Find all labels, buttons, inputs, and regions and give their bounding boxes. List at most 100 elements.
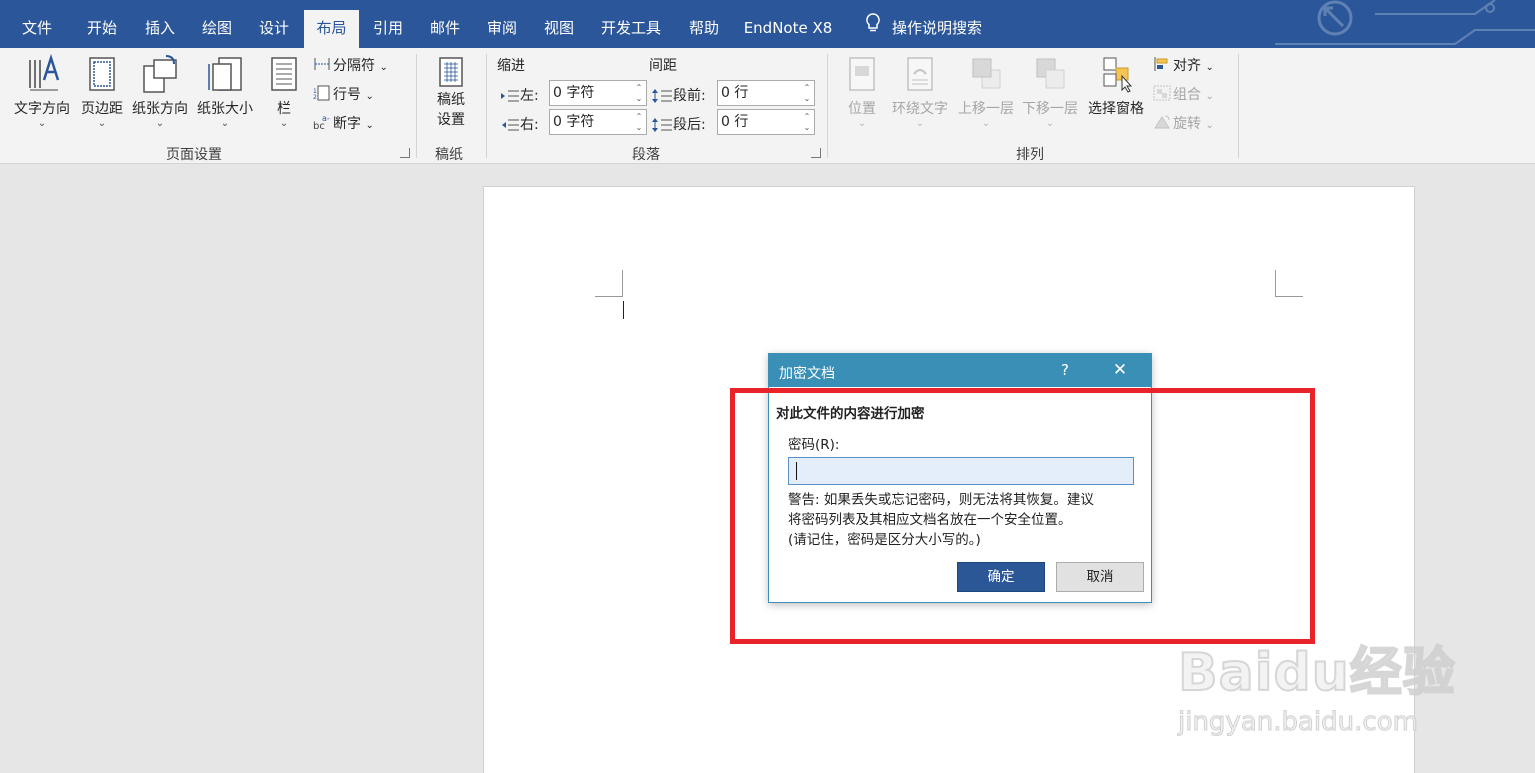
rotate-button[interactable]: 旋转 ⌄	[1153, 113, 1214, 134]
chevron-down-icon: ⌄	[915, 118, 925, 129]
margins-button[interactable]: 页边距 ⌄	[76, 54, 128, 129]
help-icon[interactable]: ?	[1057, 361, 1073, 379]
margins-icon	[89, 57, 115, 91]
tab-design[interactable]: 设计	[250, 10, 298, 48]
send-backward-button[interactable]: 下移一层 ⌄	[1018, 54, 1082, 129]
breaks-button[interactable]: 分隔符 ⌄	[313, 55, 388, 76]
orientation-label: 纸张方向	[132, 101, 188, 117]
selection-pane-button[interactable]: 选择窗格	[1084, 54, 1148, 118]
dialog-title: 加密文档	[779, 366, 835, 382]
group-separator	[827, 54, 828, 158]
chevron-down-icon: ⌄	[220, 118, 230, 129]
ribbon-layout: 文字方向 ⌄ 页边距 ⌄ 纸张方向 ⌄ 纸张大小 ⌄ 栏 ⌄ 分隔符 ⌄ 1 2…	[0, 48, 1535, 164]
line-numbers-icon: 12	[313, 85, 333, 105]
indent-right-input[interactable]: 0 字符 ⌃ ⌄	[549, 109, 647, 135]
spin-arrows-icon[interactable]: ⌃ ⌄	[634, 111, 644, 133]
text-direction-button[interactable]: 文字方向 ⌄	[10, 54, 74, 129]
spin-arrows-icon[interactable]: ⌃ ⌄	[802, 82, 812, 104]
position-icon	[849, 57, 875, 91]
group-objects-button[interactable]: 组合 ⌄	[1153, 84, 1214, 105]
size-label: 纸张大小	[197, 101, 253, 117]
chevron-down-icon: ⌄	[279, 118, 289, 129]
svg-text:a-: a-	[322, 114, 330, 123]
group-label-page-setup: 页面设置	[166, 147, 222, 163]
draft-paper-label-line2: 设置	[437, 112, 465, 128]
indent-heading: 缩进	[497, 58, 525, 74]
align-button[interactable]: 对齐 ⌄	[1153, 55, 1214, 76]
orientation-button[interactable]: 纸张方向 ⌄	[128, 54, 192, 129]
margin-corner-top-right	[1275, 270, 1303, 297]
columns-icon	[271, 57, 297, 91]
draft-paper-label-line1: 稿纸	[437, 92, 465, 108]
group-label-arrange: 排列	[1016, 147, 1044, 163]
watermark-logo: Baidu经验	[1177, 642, 1456, 704]
tab-layout[interactable]: 布局	[304, 10, 359, 48]
chevron-down-icon: ⌄	[981, 118, 991, 129]
align-icon	[1153, 56, 1173, 76]
spacing-after-input[interactable]: 0 行 ⌃ ⌄	[717, 109, 815, 135]
ribbon-tab-bar: 文件 开始 插入 绘图 设计 布局 引用 邮件 审阅 视图 开发工具 帮助 En…	[0, 0, 1535, 48]
bring-forward-icon	[972, 58, 1001, 89]
orientation-icon	[143, 55, 177, 93]
tab-mailings[interactable]: 邮件	[421, 10, 469, 48]
wrap-text-icon	[907, 57, 933, 91]
breaks-icon	[313, 56, 333, 76]
columns-button[interactable]: 栏 ⌄	[264, 54, 304, 129]
hyphenation-button[interactable]: bc a- 断字 ⌄	[313, 113, 374, 134]
hyphenation-label: 断字	[333, 116, 361, 132]
spacing-after-label: 段后:	[651, 114, 706, 134]
draft-paper-settings-button[interactable]: 稿纸 设置	[428, 54, 474, 130]
svg-text:2: 2	[313, 94, 317, 101]
tab-home[interactable]: 开始	[78, 10, 126, 48]
spacing-before-icon	[652, 89, 672, 103]
tab-endnote[interactable]: EndNote X8	[738, 10, 838, 48]
spacing-before-input[interactable]: 0 行 ⌃ ⌄	[717, 80, 815, 106]
line-numbers-button[interactable]: 1 2 行号 ⌄	[313, 84, 374, 105]
tell-me-search[interactable]: 操作说明搜索	[862, 10, 982, 48]
baidu-watermark: Baidu经验 jingyan.baidu.com	[1177, 630, 1456, 738]
text-cursor	[623, 301, 624, 319]
group-label-paragraph: 段落	[632, 147, 660, 163]
watermark-url: jingyan.baidu.com	[1178, 707, 1419, 738]
dialog-title-bar[interactable]: 加密文档 ? ✕	[769, 354, 1151, 387]
margin-corner-top-left	[595, 270, 623, 297]
tab-insert[interactable]: 插入	[136, 10, 184, 48]
size-button[interactable]: 纸张大小 ⌄	[193, 54, 257, 129]
paragraph-launcher-icon[interactable]	[811, 148, 821, 158]
indent-right-label: 右:	[500, 114, 539, 134]
tab-draw[interactable]: 绘图	[193, 10, 241, 48]
chevron-down-icon: ⌄	[97, 118, 107, 129]
tab-file[interactable]: 文件	[14, 10, 60, 48]
spin-arrows-icon[interactable]: ⌃ ⌄	[802, 111, 812, 133]
tab-references[interactable]: 引用	[364, 10, 412, 48]
text-direction-label: 文字方向	[14, 101, 70, 117]
tab-review[interactable]: 审阅	[478, 10, 526, 48]
line-numbers-label: 行号	[333, 87, 361, 103]
group-separator	[416, 54, 417, 158]
indent-right-icon	[502, 119, 519, 131]
spin-arrows-icon[interactable]: ⌃ ⌄	[634, 82, 644, 104]
chevron-down-icon: ⌄	[857, 118, 867, 129]
chevron-down-icon: ⌄	[37, 118, 47, 129]
bring-forward-button[interactable]: 上移一层 ⌄	[954, 54, 1018, 129]
tab-help[interactable]: 帮助	[680, 10, 728, 48]
lightbulb-icon	[862, 10, 884, 46]
breaks-label: 分隔符	[333, 58, 375, 74]
tab-view[interactable]: 视图	[535, 10, 583, 48]
draft-paper-icon	[439, 57, 463, 87]
indent-left-input[interactable]: 0 字符 ⌃ ⌄	[549, 80, 647, 106]
group-separator	[1238, 54, 1239, 158]
close-icon[interactable]: ✕	[1109, 360, 1131, 380]
paper-size-icon	[208, 57, 242, 91]
tab-developer[interactable]: 开发工具	[592, 10, 670, 48]
wrap-text-button[interactable]: 环绕文字 ⌄	[888, 54, 952, 129]
page-setup-launcher-icon[interactable]	[400, 148, 410, 158]
circuit-decoration	[1275, 0, 1535, 45]
position-button[interactable]: 位置 ⌄	[840, 54, 884, 129]
spacing-before-label: 段前:	[651, 85, 706, 105]
chevron-down-icon: ⌄	[155, 118, 165, 129]
spacing-heading: 间距	[649, 58, 677, 74]
rotate-icon	[1153, 114, 1173, 134]
margins-label: 页边距	[81, 101, 123, 117]
group-icon	[1153, 85, 1173, 105]
